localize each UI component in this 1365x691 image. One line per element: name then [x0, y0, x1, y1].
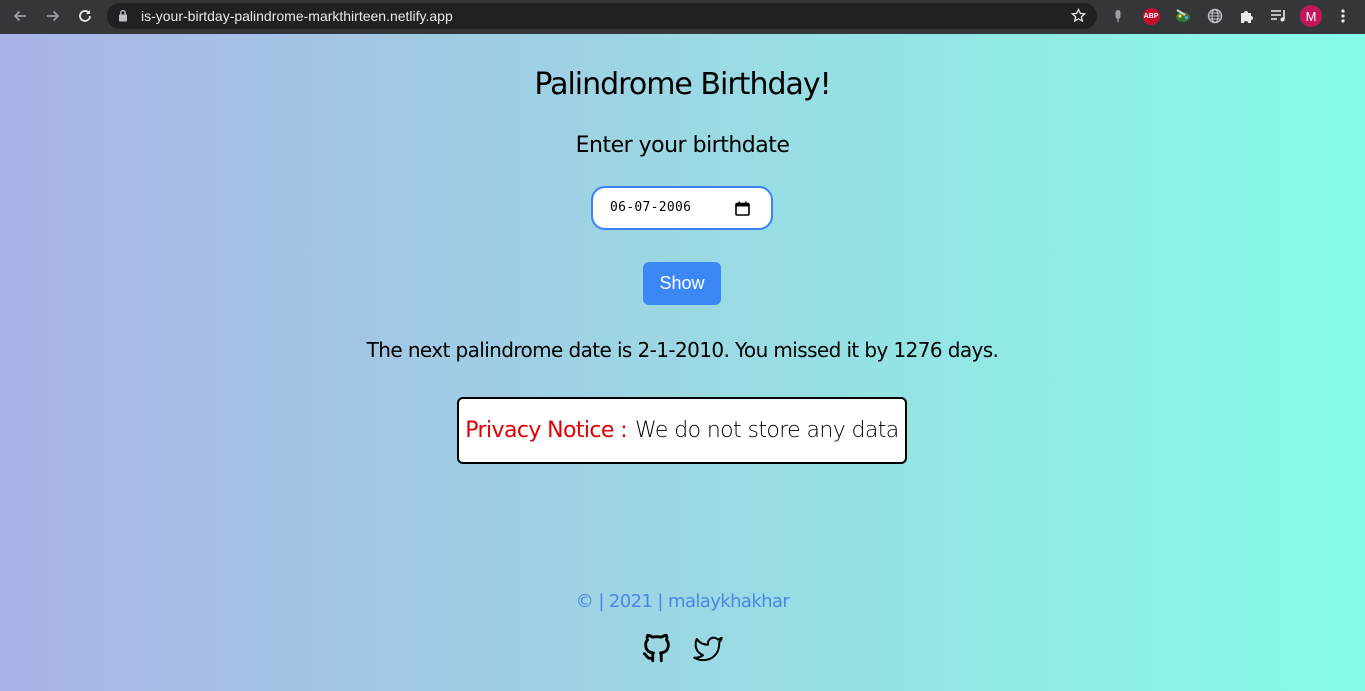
profile-avatar[interactable]: M: [1300, 5, 1322, 27]
privacy-label: Privacy Notice :: [465, 418, 628, 443]
extensions-puzzle-icon[interactable]: [1237, 6, 1257, 26]
reload-icon: [79, 10, 91, 22]
page-title: Palindrome Birthday!: [534, 67, 831, 102]
birthdate-input[interactable]: 06-07-2006: [591, 186, 773, 230]
twitter-link[interactable]: [691, 634, 725, 668]
result-message: The next palindrome date is 2-1-2010. Yo…: [366, 338, 999, 362]
calendar-icon[interactable]: [735, 201, 750, 216]
browser-toolbar: is-your-birtday-palindrome-markthirteen.…: [0, 0, 1365, 34]
extension-adblock-icon[interactable]: ABP: [1141, 6, 1161, 26]
extension-paint-icon[interactable]: [1173, 6, 1193, 26]
forward-button[interactable]: [40, 3, 66, 29]
date-value: 06-07-2006: [610, 200, 692, 215]
lock-icon: [119, 9, 127, 22]
more-menu-icon[interactable]: [1333, 6, 1353, 26]
media-control-icon[interactable]: [1269, 6, 1289, 26]
address-bar[interactable]: is-your-birtday-palindrome-markthirteen.…: [107, 3, 1097, 29]
privacy-text: We do not store any data: [635, 418, 899, 443]
url-text: is-your-birtday-palindrome-markthirteen.…: [141, 8, 453, 24]
extension-globe-icon[interactable]: [1205, 6, 1225, 26]
forward-arrow-icon: [47, 10, 60, 22]
back-arrow-icon: [13, 10, 26, 22]
star-icon[interactable]: [1070, 7, 1087, 24]
footer-copyright: © | 2021 | malaykhakhar: [575, 591, 790, 612]
twitter-icon: [693, 636, 723, 662]
back-button[interactable]: [7, 3, 33, 29]
github-icon: [642, 633, 670, 663]
github-link[interactable]: [640, 631, 674, 669]
reload-button[interactable]: [72, 3, 98, 29]
page-content: Palindrome Birthday! Enter your birthdat…: [0, 34, 1365, 691]
extension-mic-icon[interactable]: [1108, 6, 1128, 26]
privacy-notice: Privacy Notice : We do not store any dat…: [457, 397, 907, 464]
show-button[interactable]: Show: [643, 262, 721, 305]
birthdate-prompt: Enter your birthdate: [575, 133, 790, 158]
